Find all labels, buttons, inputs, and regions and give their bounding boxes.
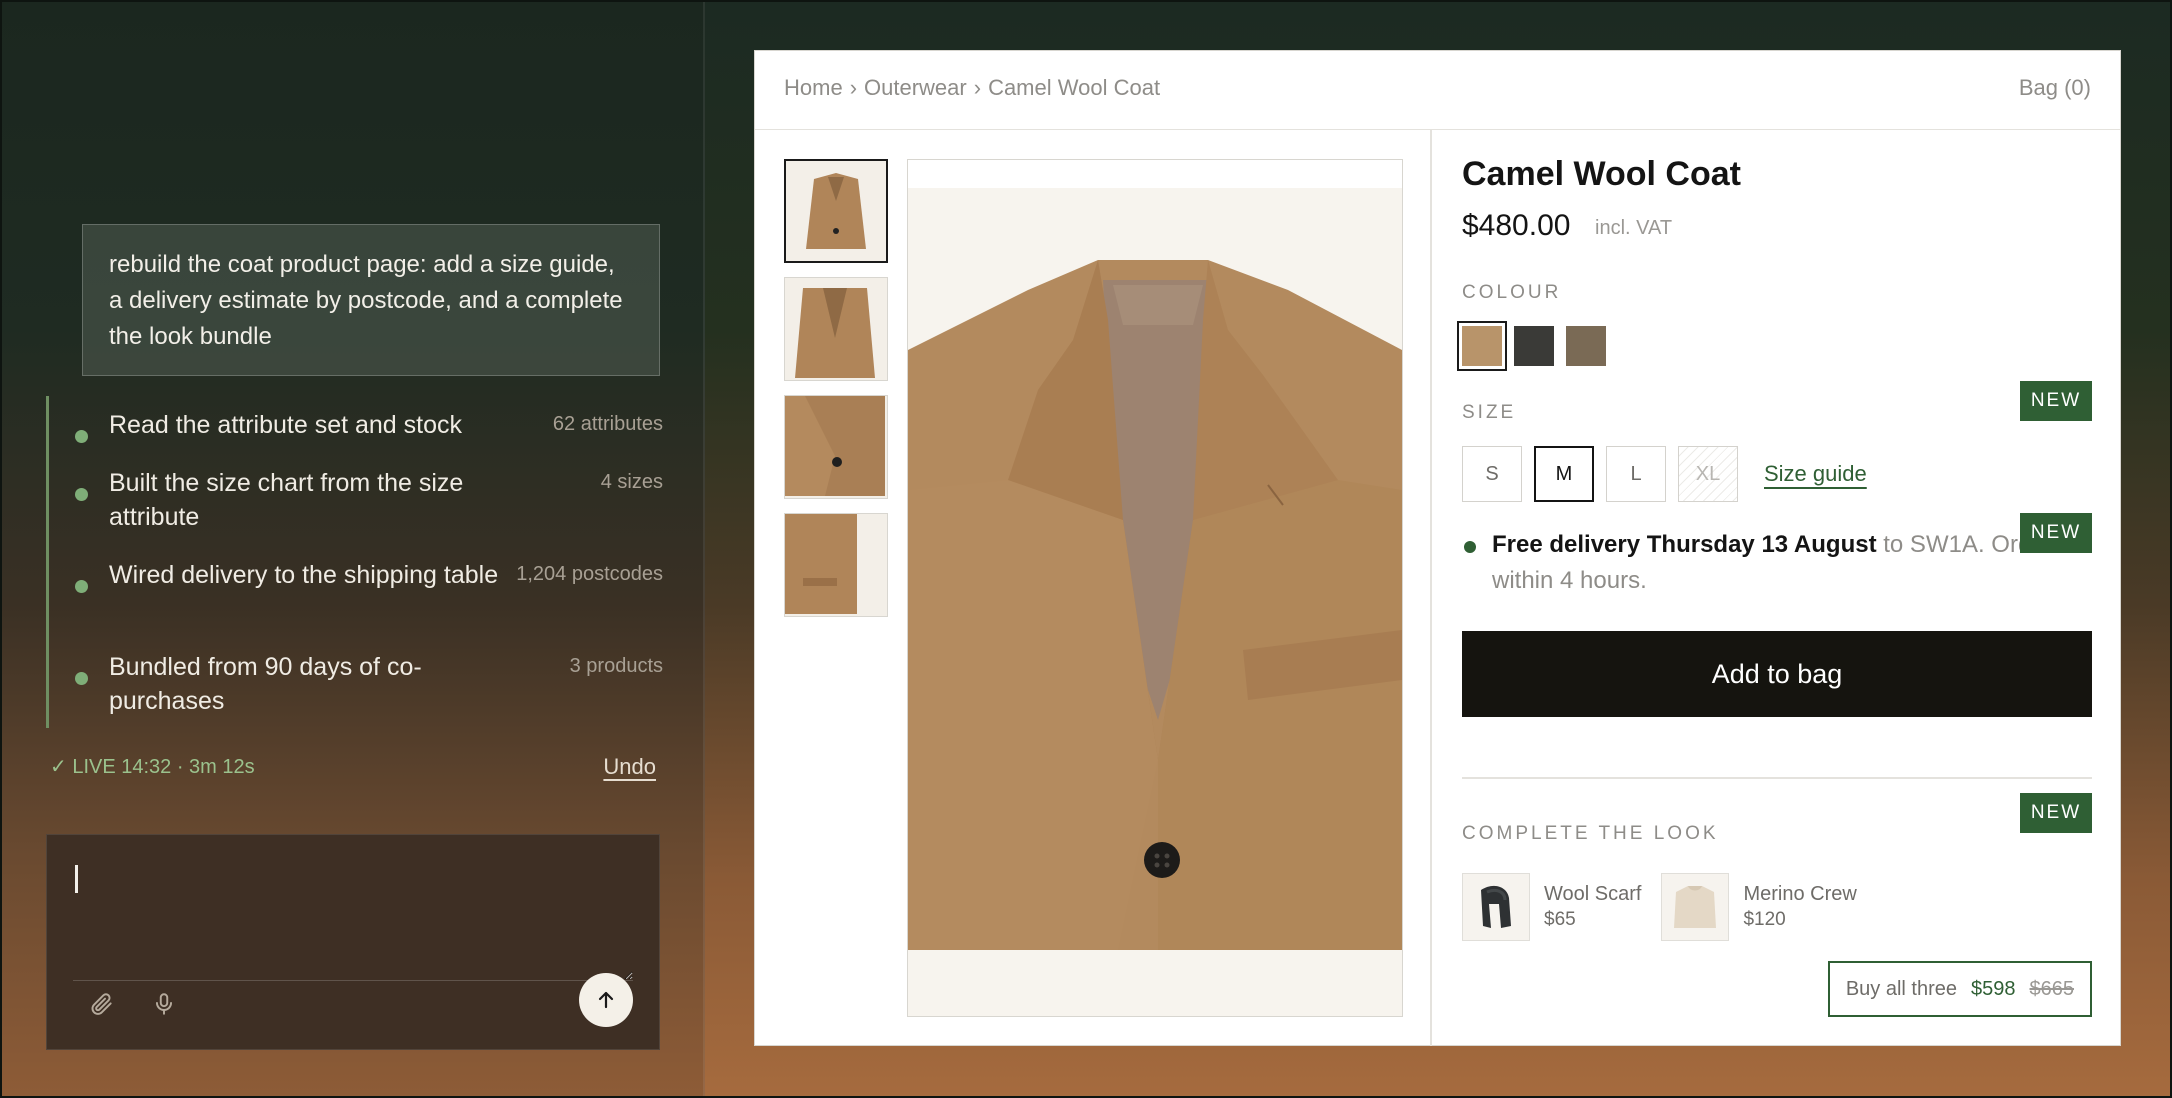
step-label: Wired delivery to the shipping table (109, 561, 499, 589)
size-selector: S M L XL Size guide (1462, 446, 1867, 502)
buy-all-old-price: $665 (2029, 977, 2075, 1000)
colour-swatches (1457, 321, 1606, 371)
size-guide-link[interactable]: Size guide (1764, 461, 1867, 487)
breadcrumb-home[interactable]: Home (784, 75, 843, 100)
bundle-item-scarf[interactable]: Wool Scarf $65 (1462, 873, 1641, 941)
new-badge: NEW (2020, 513, 2092, 553)
buy-all-label: Buy all three (1845, 977, 1957, 1000)
size-option-xl[interactable]: XL (1678, 446, 1738, 502)
add-to-bag-button[interactable]: Add to bag (1462, 631, 2092, 717)
delivery-estimate: Free delivery Thursday 13 August to SW1A… (1462, 527, 2092, 599)
step-bullet-icon (75, 488, 88, 501)
colour-label: COLOUR (1462, 282, 1562, 303)
chat-panel: rebuild the coat product page: add a siz… (0, 0, 705, 1098)
breadcrumb: Home › Outerwear › Camel Wool Coat (784, 75, 1160, 101)
product-thumbnail[interactable] (784, 513, 888, 617)
size-label: SIZE (1462, 402, 1517, 423)
sweater-thumbnail (1661, 873, 1730, 941)
delivery-date: Free delivery Thursday 13 August (1492, 531, 1877, 558)
product-price: $480.00 (1462, 209, 1571, 242)
arrow-up-icon (598, 991, 614, 1009)
vat-note: incl. VAT (1595, 217, 1673, 239)
colour-swatch-camel[interactable] (1457, 321, 1507, 371)
step-meta: 1,204 postcodes (516, 563, 663, 585)
section-divider (1462, 777, 2092, 779)
buy-all-button[interactable]: Buy all three $598 $665 (1827, 961, 2092, 1017)
breadcrumb-separator: › (849, 75, 858, 100)
buy-all-price: $598 (1971, 977, 2016, 1000)
send-button[interactable] (579, 973, 633, 1027)
message-composer (46, 834, 660, 1050)
product-details: Camel Wool Coat $480.00 incl. VAT COLOUR… (1457, 51, 2092, 1045)
product-thumbnail[interactable] (784, 395, 888, 499)
complete-look-label: COMPLETE THE LOOK (1462, 823, 1719, 844)
breadcrumb-separator: › (973, 75, 982, 100)
breadcrumb-current: Camel Wool Coat (988, 75, 1161, 100)
main-product-image[interactable] (907, 159, 1403, 1017)
breadcrumb-outerwear[interactable]: Outerwear (864, 75, 967, 100)
microphone-icon[interactable] (149, 989, 179, 1019)
message-input[interactable] (73, 861, 633, 981)
step-label: Bundled from 90 days of co-purchases (109, 653, 422, 715)
step-label: Read the attribute set and stock (109, 411, 462, 439)
composer-tools (87, 989, 179, 1019)
colour-swatch-taupe[interactable] (1566, 326, 1606, 366)
product-thumbnail[interactable] (784, 277, 888, 381)
size-option-m[interactable]: M (1534, 446, 1594, 502)
step-bullet-icon (75, 430, 88, 443)
size-option-s[interactable]: S (1462, 446, 1522, 502)
bundle-item-price: $65 (1544, 909, 1576, 930)
agent-steps-list: Read the attribute set and stock 62 attr… (46, 396, 663, 728)
bundle-item-crew[interactable]: Merino Crew $120 (1661, 873, 1857, 941)
bundle-items: Wool Scarf $65 Merino Crew $120 (1462, 873, 1857, 941)
step-meta: 4 sizes (600, 471, 663, 493)
undo-button[interactable]: Undo (603, 754, 656, 780)
bundle-item-name: Wool Scarf (1544, 883, 1642, 905)
size-option-l[interactable]: L (1606, 446, 1666, 502)
product-thumbnail[interactable] (784, 159, 888, 263)
product-title: Camel Wool Coat (1462, 155, 1741, 193)
bundle-item-price: $120 (1743, 909, 1786, 930)
new-badge: NEW (2020, 793, 2092, 833)
user-prompt-message: rebuild the coat product page: add a siz… (82, 224, 660, 376)
column-divider (1430, 130, 1432, 1046)
live-status: ✓ LIVE 14:32 · 3m 12s (50, 756, 255, 778)
status-row: ✓ LIVE 14:32 · 3m 12s Undo (50, 754, 660, 784)
new-badge: NEW (2020, 381, 2092, 421)
step-meta: 62 attributes (552, 413, 663, 435)
colour-swatch-charcoal[interactable] (1514, 326, 1554, 366)
paperclip-icon[interactable] (87, 989, 117, 1019)
step-bullet-icon (75, 672, 88, 685)
delivery-status-icon (1464, 541, 1476, 553)
text-caret (75, 865, 78, 893)
user-prompt-text: rebuild the coat product page: add a siz… (109, 251, 623, 350)
step-bullet-icon (75, 580, 88, 593)
scarf-thumbnail (1462, 873, 1530, 941)
step-label: Built the size chart from the size attri… (109, 469, 464, 531)
step-meta: 3 products (569, 655, 663, 677)
bundle-item-name: Merino Crew (1743, 883, 1857, 905)
product-page: Home › Outerwear › Camel Wool Coat Bag (0) (754, 50, 2121, 1046)
